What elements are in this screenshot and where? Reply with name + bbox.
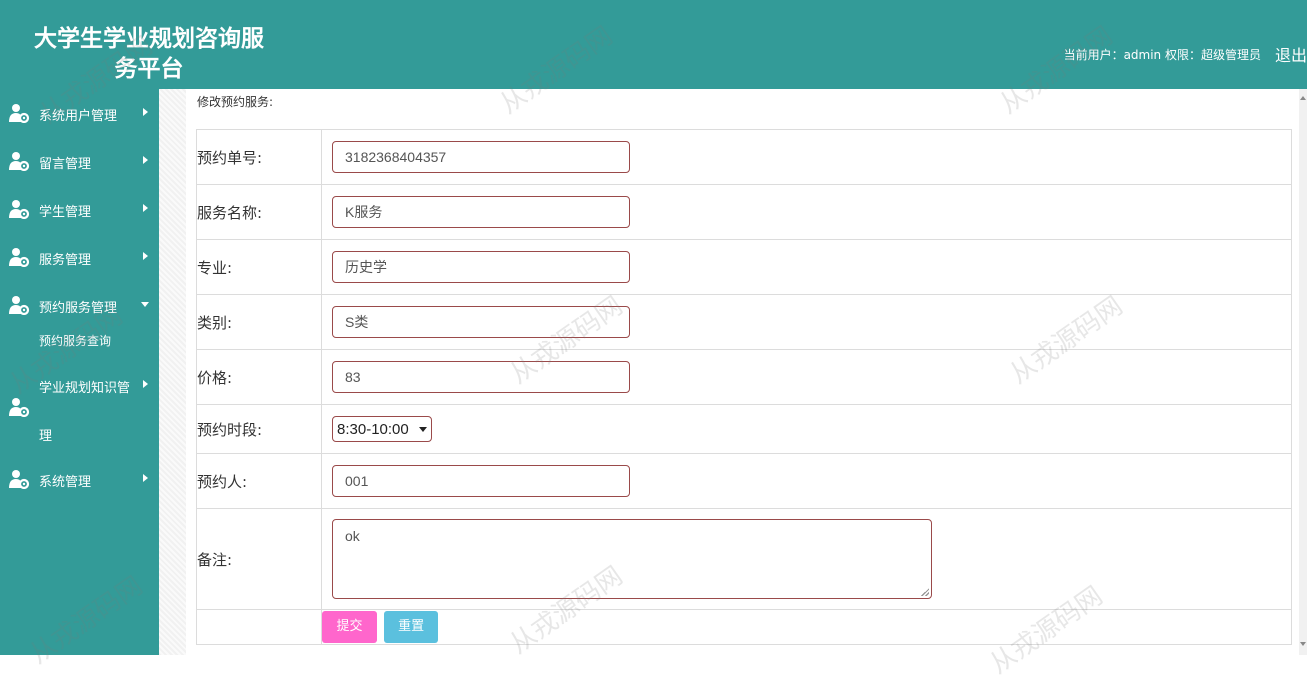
header: 大学生学业规划咨询服 务平台 当前用户：admin 权限：超级管理员 退出 bbox=[0, 0, 1307, 89]
form-row: 预约单号: 3182368404357 bbox=[196, 129, 1292, 185]
field-label: 专业: bbox=[196, 239, 322, 295]
chevron-right-icon bbox=[143, 474, 148, 482]
booker-input[interactable]: 001 bbox=[332, 465, 630, 497]
sidebar-item-label: 系统用户管理 bbox=[39, 109, 118, 124]
reset-button[interactable]: 重置 bbox=[384, 611, 439, 643]
form-row: 服务名称: K服务 bbox=[196, 184, 1292, 240]
sidebar-item-label: 系统管理 bbox=[39, 475, 92, 490]
sidebar-item-label: 服务管理 bbox=[39, 253, 92, 268]
scroll-down-icon[interactable] bbox=[1300, 642, 1306, 646]
logout-link[interactable]: 退出 bbox=[1275, 42, 1307, 66]
field-label: 价格: bbox=[196, 349, 322, 405]
user-gear-icon bbox=[9, 248, 30, 267]
category-input[interactable]: S类 bbox=[332, 306, 630, 338]
user-gear-icon bbox=[9, 104, 30, 123]
sidebar-item-label: 学业规划知识管 bbox=[39, 381, 131, 396]
scroll-up-icon[interactable] bbox=[1300, 96, 1306, 100]
chevron-right-icon bbox=[143, 380, 148, 388]
sidebar-item-students[interactable]: 学生管理 bbox=[0, 189, 159, 229]
scrollbar[interactable] bbox=[1299, 89, 1307, 655]
submit-button[interactable]: 提交 bbox=[322, 611, 377, 643]
field-label: 预约人: bbox=[196, 453, 322, 509]
sidebar-item-booking-services[interactable]: 预约服务管理 bbox=[0, 285, 159, 325]
sidebar-item-label: 留言管理 bbox=[39, 157, 92, 172]
current-user-info: 当前用户：admin 权限：超级管理员 bbox=[1063, 47, 1261, 62]
user-gear-icon bbox=[9, 200, 30, 219]
form-title: 修改预约服务: bbox=[197, 95, 274, 109]
form-row: 预约人: 001 bbox=[196, 453, 1292, 509]
field-label: 备注: bbox=[196, 508, 322, 610]
content-gutter bbox=[159, 89, 186, 655]
sidebar-item-label: 预约服务管理 bbox=[39, 301, 118, 316]
form-row: 预约时段: 8:30-10:00 bbox=[196, 404, 1292, 454]
price-input[interactable]: 83 bbox=[332, 361, 630, 393]
field-label: 预约单号: bbox=[196, 129, 322, 185]
remark-value: ok bbox=[345, 528, 360, 544]
edit-booking-form: 预约单号: 3182368404357 服务名称: K服务 专业: 历史学 类别… bbox=[196, 129, 1292, 645]
form-row: 提交 重置 bbox=[196, 609, 1292, 645]
form-row: 类别: S类 bbox=[196, 294, 1292, 350]
sidebar-item-label-cont: 理 bbox=[39, 429, 53, 444]
sidebar-subitem-booking-query[interactable]: 预约服务查询 bbox=[39, 332, 111, 349]
user-gear-icon bbox=[9, 296, 30, 315]
app-title: 大学生学业规划咨询服 务平台 bbox=[18, 24, 280, 84]
sidebar-item-services[interactable]: 服务管理 bbox=[0, 237, 159, 277]
field-label: 服务名称: bbox=[196, 184, 322, 240]
chevron-right-icon bbox=[143, 252, 148, 260]
sidebar-item-system[interactable]: 系统管理 bbox=[0, 459, 159, 499]
sidebar-item-knowledge[interactable]: 学业规划知识管 理 bbox=[0, 365, 159, 445]
app-title-line1: 大学生学业规划咨询服 bbox=[34, 25, 264, 52]
sidebar-item-messages[interactable]: 留言管理 bbox=[0, 141, 159, 181]
app-title-line2: 务平台 bbox=[114, 55, 184, 82]
sidebar: 系统用户管理 留言管理 学生管理 服务管理 预约服务管理 预约服务查询 学业规划… bbox=[0, 89, 159, 655]
chevron-right-icon bbox=[143, 156, 148, 164]
user-gear-icon bbox=[9, 470, 30, 489]
field-label: 预约时段: bbox=[196, 404, 322, 454]
form-row: 价格: 83 bbox=[196, 349, 1292, 405]
user-gear-icon bbox=[9, 398, 30, 417]
sidebar-item-label: 学生管理 bbox=[39, 205, 92, 220]
order-no-input[interactable]: 3182368404357 bbox=[332, 141, 630, 173]
sidebar-item-system-users[interactable]: 系统用户管理 bbox=[0, 93, 159, 133]
main-content: 修改预约服务: 预约单号: 3182368404357 服务名称: K服务 专业… bbox=[186, 89, 1307, 655]
field-label: 类别: bbox=[196, 294, 322, 350]
time-slot-value: 8:30-10:00 bbox=[337, 420, 409, 438]
resize-grip-icon[interactable] bbox=[921, 588, 929, 596]
major-input[interactable]: 历史学 bbox=[332, 251, 630, 283]
user-gear-icon bbox=[9, 152, 30, 171]
time-slot-select[interactable]: 8:30-10:00 bbox=[332, 416, 432, 442]
header-user-area: 当前用户：admin 权限：超级管理员 退出 bbox=[1063, 42, 1307, 66]
chevron-down-icon bbox=[141, 302, 149, 307]
remark-textarea[interactable]: ok bbox=[332, 519, 932, 599]
form-row: 备注: ok bbox=[196, 508, 1292, 610]
form-row: 专业: 历史学 bbox=[196, 239, 1292, 295]
chevron-right-icon bbox=[143, 204, 148, 212]
chevron-right-icon bbox=[143, 108, 148, 116]
chevron-down-icon bbox=[419, 426, 427, 432]
service-name-input[interactable]: K服务 bbox=[332, 196, 630, 228]
